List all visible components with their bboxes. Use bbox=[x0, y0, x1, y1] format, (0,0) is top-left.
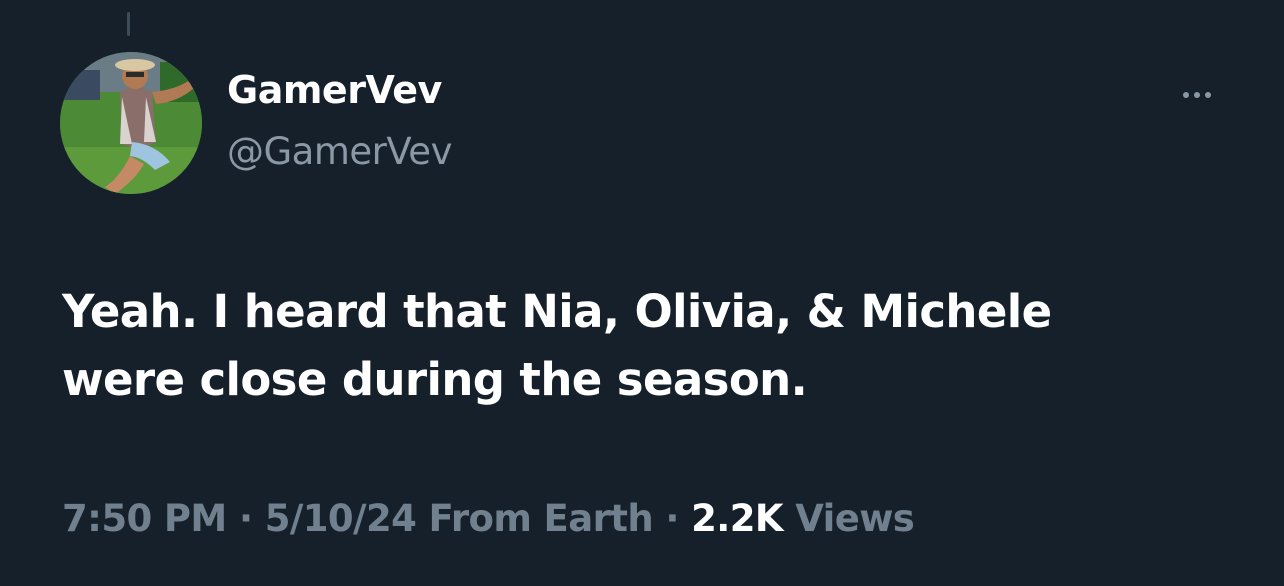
more-horizontal-icon bbox=[1183, 92, 1189, 98]
tweet-meta: 7:50 PM · 5/10/24 From Earth · 2.2K View… bbox=[62, 497, 915, 540]
tweet-source: From Earth bbox=[428, 497, 654, 540]
meta-separator: · bbox=[226, 497, 265, 540]
tweet-text-line: were close during the season. bbox=[62, 353, 808, 406]
views-count[interactable]: 2.2K bbox=[691, 497, 783, 540]
tweet-time[interactable]: 7:50 PM bbox=[62, 497, 227, 540]
avatar[interactable] bbox=[60, 52, 202, 194]
author-handle[interactable]: @GamerVev bbox=[227, 130, 452, 173]
avatar-photo bbox=[60, 52, 202, 194]
more-horizontal-icon bbox=[1205, 92, 1211, 98]
author-display-name[interactable]: GamerVev bbox=[227, 68, 442, 112]
more-options-button[interactable] bbox=[1170, 82, 1224, 108]
views-label[interactable]: Views bbox=[795, 497, 915, 540]
tweet-text: Yeah. I heard that Nia, Olivia, & Michel… bbox=[62, 278, 1212, 414]
more-horizontal-icon bbox=[1194, 92, 1200, 98]
thread-connector-line bbox=[127, 12, 130, 36]
tweet-text-line: Yeah. I heard that Nia, Olivia, & Michel… bbox=[62, 285, 1052, 338]
tweet-date[interactable]: 5/10/24 bbox=[265, 497, 417, 540]
meta-separator: · bbox=[653, 497, 692, 540]
